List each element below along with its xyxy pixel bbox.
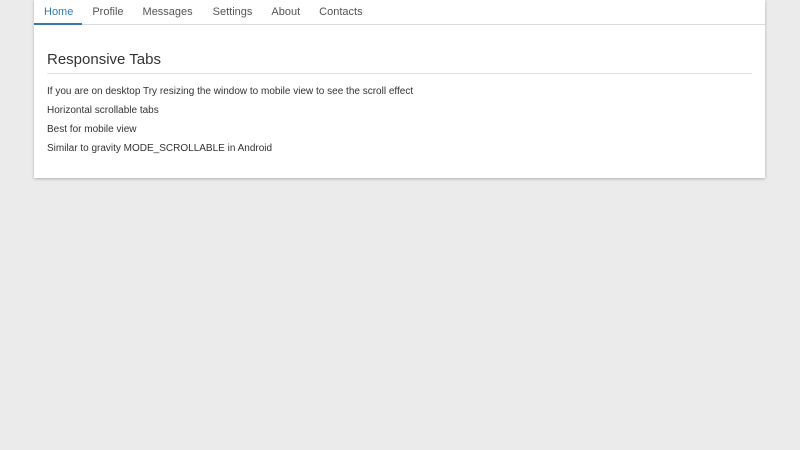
tab-home[interactable]: Home <box>34 0 83 25</box>
tab-messages[interactable]: Messages <box>134 0 203 24</box>
tabs-card: Home Profile Messages Settings About Con… <box>34 0 765 178</box>
tab-settings[interactable]: Settings <box>203 0 262 24</box>
page-title: Responsive Tabs <box>47 51 752 74</box>
tab-contacts[interactable]: Contacts <box>310 0 372 24</box>
paragraph-android: Similar to gravity MODE_SCROLLABLE in An… <box>47 143 273 154</box>
paragraph-desktop-hint: If you are on desktop Try resizing the w… <box>47 86 414 97</box>
tab-profile[interactable]: Profile <box>82 0 133 24</box>
paragraph-scrollable: Horizontal scrollable tabs <box>47 105 159 116</box>
tab-content: Responsive Tabs If you are on desktop Tr… <box>34 51 765 155</box>
paragraph-mobile: Best for mobile view <box>47 124 137 135</box>
tab-bar: Home Profile Messages Settings About Con… <box>34 0 765 25</box>
tab-about[interactable]: About <box>261 0 310 24</box>
